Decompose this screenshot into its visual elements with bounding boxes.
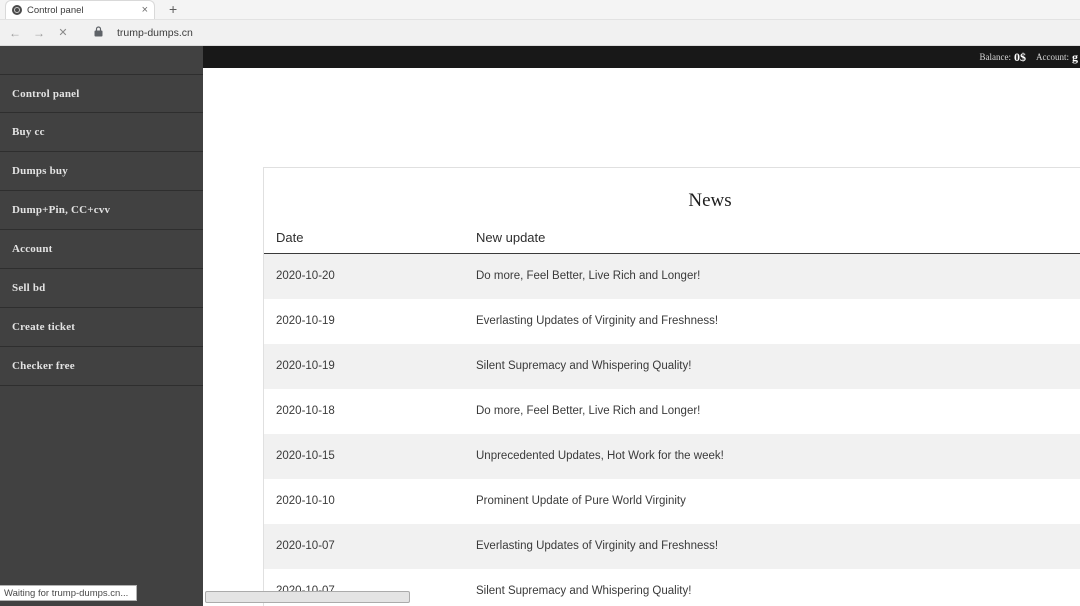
back-icon[interactable]: ←: [8, 26, 22, 40]
status-text: Waiting for trump-dumps.cn...: [4, 587, 129, 599]
sidebar-item-label: Dump+Pin, CC+cvv: [12, 204, 111, 216]
sidebar-item[interactable]: Create ticket: [0, 308, 203, 347]
sidebar-item[interactable]: Dumps buy: [0, 152, 203, 191]
news-row: 2020-10-20 Do more, Feel Better, Live Ri…: [264, 253, 1080, 299]
news-update: Do more, Feel Better, Live Rich and Long…: [464, 253, 1080, 299]
lock-icon: [94, 24, 103, 42]
sidebar: Control panel Buy cc Dumps buy Dump+Pin,…: [0, 46, 203, 606]
sidebar-item[interactable]: Buy cc: [0, 113, 203, 152]
news-panel: News Date New update 2020-10-20 Do more,…: [263, 167, 1080, 606]
sidebar-item[interactable]: Dump+Pin, CC+cvv: [0, 191, 203, 230]
news-row: 2020-10-19 Everlasting Updates of Virgin…: [264, 299, 1080, 344]
main-content: News Date New update 2020-10-20 Do more,…: [203, 68, 1080, 606]
forward-icon[interactable]: →: [32, 26, 46, 40]
browser-toolbar: ← → ✕ trump-dumps.cn: [0, 20, 1080, 46]
url-text[interactable]: trump-dumps.cn: [117, 27, 193, 39]
news-update: Unprecedented Updates, Hot Work for the …: [464, 433, 1080, 479]
sidebar-item-label: Create ticket: [12, 321, 76, 333]
news-date: 2020-10-15: [264, 433, 464, 479]
news-row: 2020-10-18 Do more, Feel Better, Live Ri…: [264, 389, 1080, 434]
tab-close-icon[interactable]: ×: [142, 4, 148, 16]
news-date: 2020-10-19: [264, 343, 464, 389]
sidebar-item[interactable]: Control panel: [0, 74, 203, 113]
sidebar-item-label: Buy cc: [12, 126, 45, 138]
balance-label: Balance:: [979, 52, 1011, 62]
sidebar-item-label: Account: [12, 243, 53, 255]
sidebar-item[interactable]: Sell bd: [0, 269, 203, 308]
sidebar-item[interactable]: Checker free: [0, 347, 203, 386]
browser-tab-strip: Control panel × +: [0, 0, 1080, 20]
news-date: 2020-10-18: [276, 405, 335, 417]
sidebar-item-label: Control panel: [12, 87, 80, 100]
account-topbar: Balance: 0$ Account: g: [203, 46, 1080, 68]
news-date: 2020-10-19: [276, 315, 335, 327]
news-header-row: Date New update: [264, 224, 1080, 254]
news-row: 2020-10-07 Everlasting Updates of Virgin…: [264, 523, 1080, 569]
new-tab-button[interactable]: +: [169, 1, 177, 19]
news-update: Prominent Update of Pure World Virginity: [476, 495, 686, 507]
news-update: Everlasting Updates of Virginity and Fre…: [476, 315, 719, 327]
sidebar-item-label: Dumps buy: [12, 165, 68, 177]
news-title: News: [688, 190, 732, 211]
news-date: 2020-10-20: [264, 253, 464, 299]
stop-icon[interactable]: ✕: [56, 26, 70, 39]
news-row: 2020-10-15 Unprecedented Updates, Hot Wo…: [264, 433, 1080, 479]
sidebar-item-label: Sell bd: [12, 282, 46, 294]
column-header-update: New update: [464, 224, 1080, 254]
account-label: Account:: [1036, 52, 1069, 62]
status-bar: Waiting for trump-dumps.cn...: [0, 585, 138, 601]
news-update: Do more, Feel Better, Live Rich and Long…: [476, 405, 701, 417]
tab-title: Control panel: [27, 4, 84, 16]
site-favicon-icon: [12, 5, 22, 15]
horizontal-scrollbar-thumb[interactable]: [205, 591, 410, 603]
news-row: 2020-10-10 Prominent Update of Pure Worl…: [264, 479, 1080, 524]
page: Control panel × + ← → ✕ trump-dumps.cn C…: [0, 0, 1080, 606]
news-row: 2020-10-19 Silent Supremacy and Whisperi…: [264, 343, 1080, 389]
news-update: Silent Supremacy and Whispering Quality!: [464, 343, 1080, 389]
balance-value: 0$: [1014, 49, 1026, 64]
column-header-date: Date: [264, 224, 464, 254]
news-date: 2020-10-07: [264, 523, 464, 569]
news-date: 2020-10-10: [276, 495, 335, 507]
sidebar-item-label: Checker free: [12, 360, 75, 372]
news-table: Date New update 2020-10-20 Do more, Feel…: [264, 224, 1080, 606]
news-update: Everlasting Updates of Virginity and Fre…: [464, 523, 1080, 569]
browser-tab[interactable]: Control panel ×: [5, 0, 155, 19]
account-value: g: [1072, 49, 1078, 64]
sidebar-item[interactable]: Account: [0, 230, 203, 269]
news-update: Silent Supremacy and Whispering Quality!: [476, 585, 692, 597]
